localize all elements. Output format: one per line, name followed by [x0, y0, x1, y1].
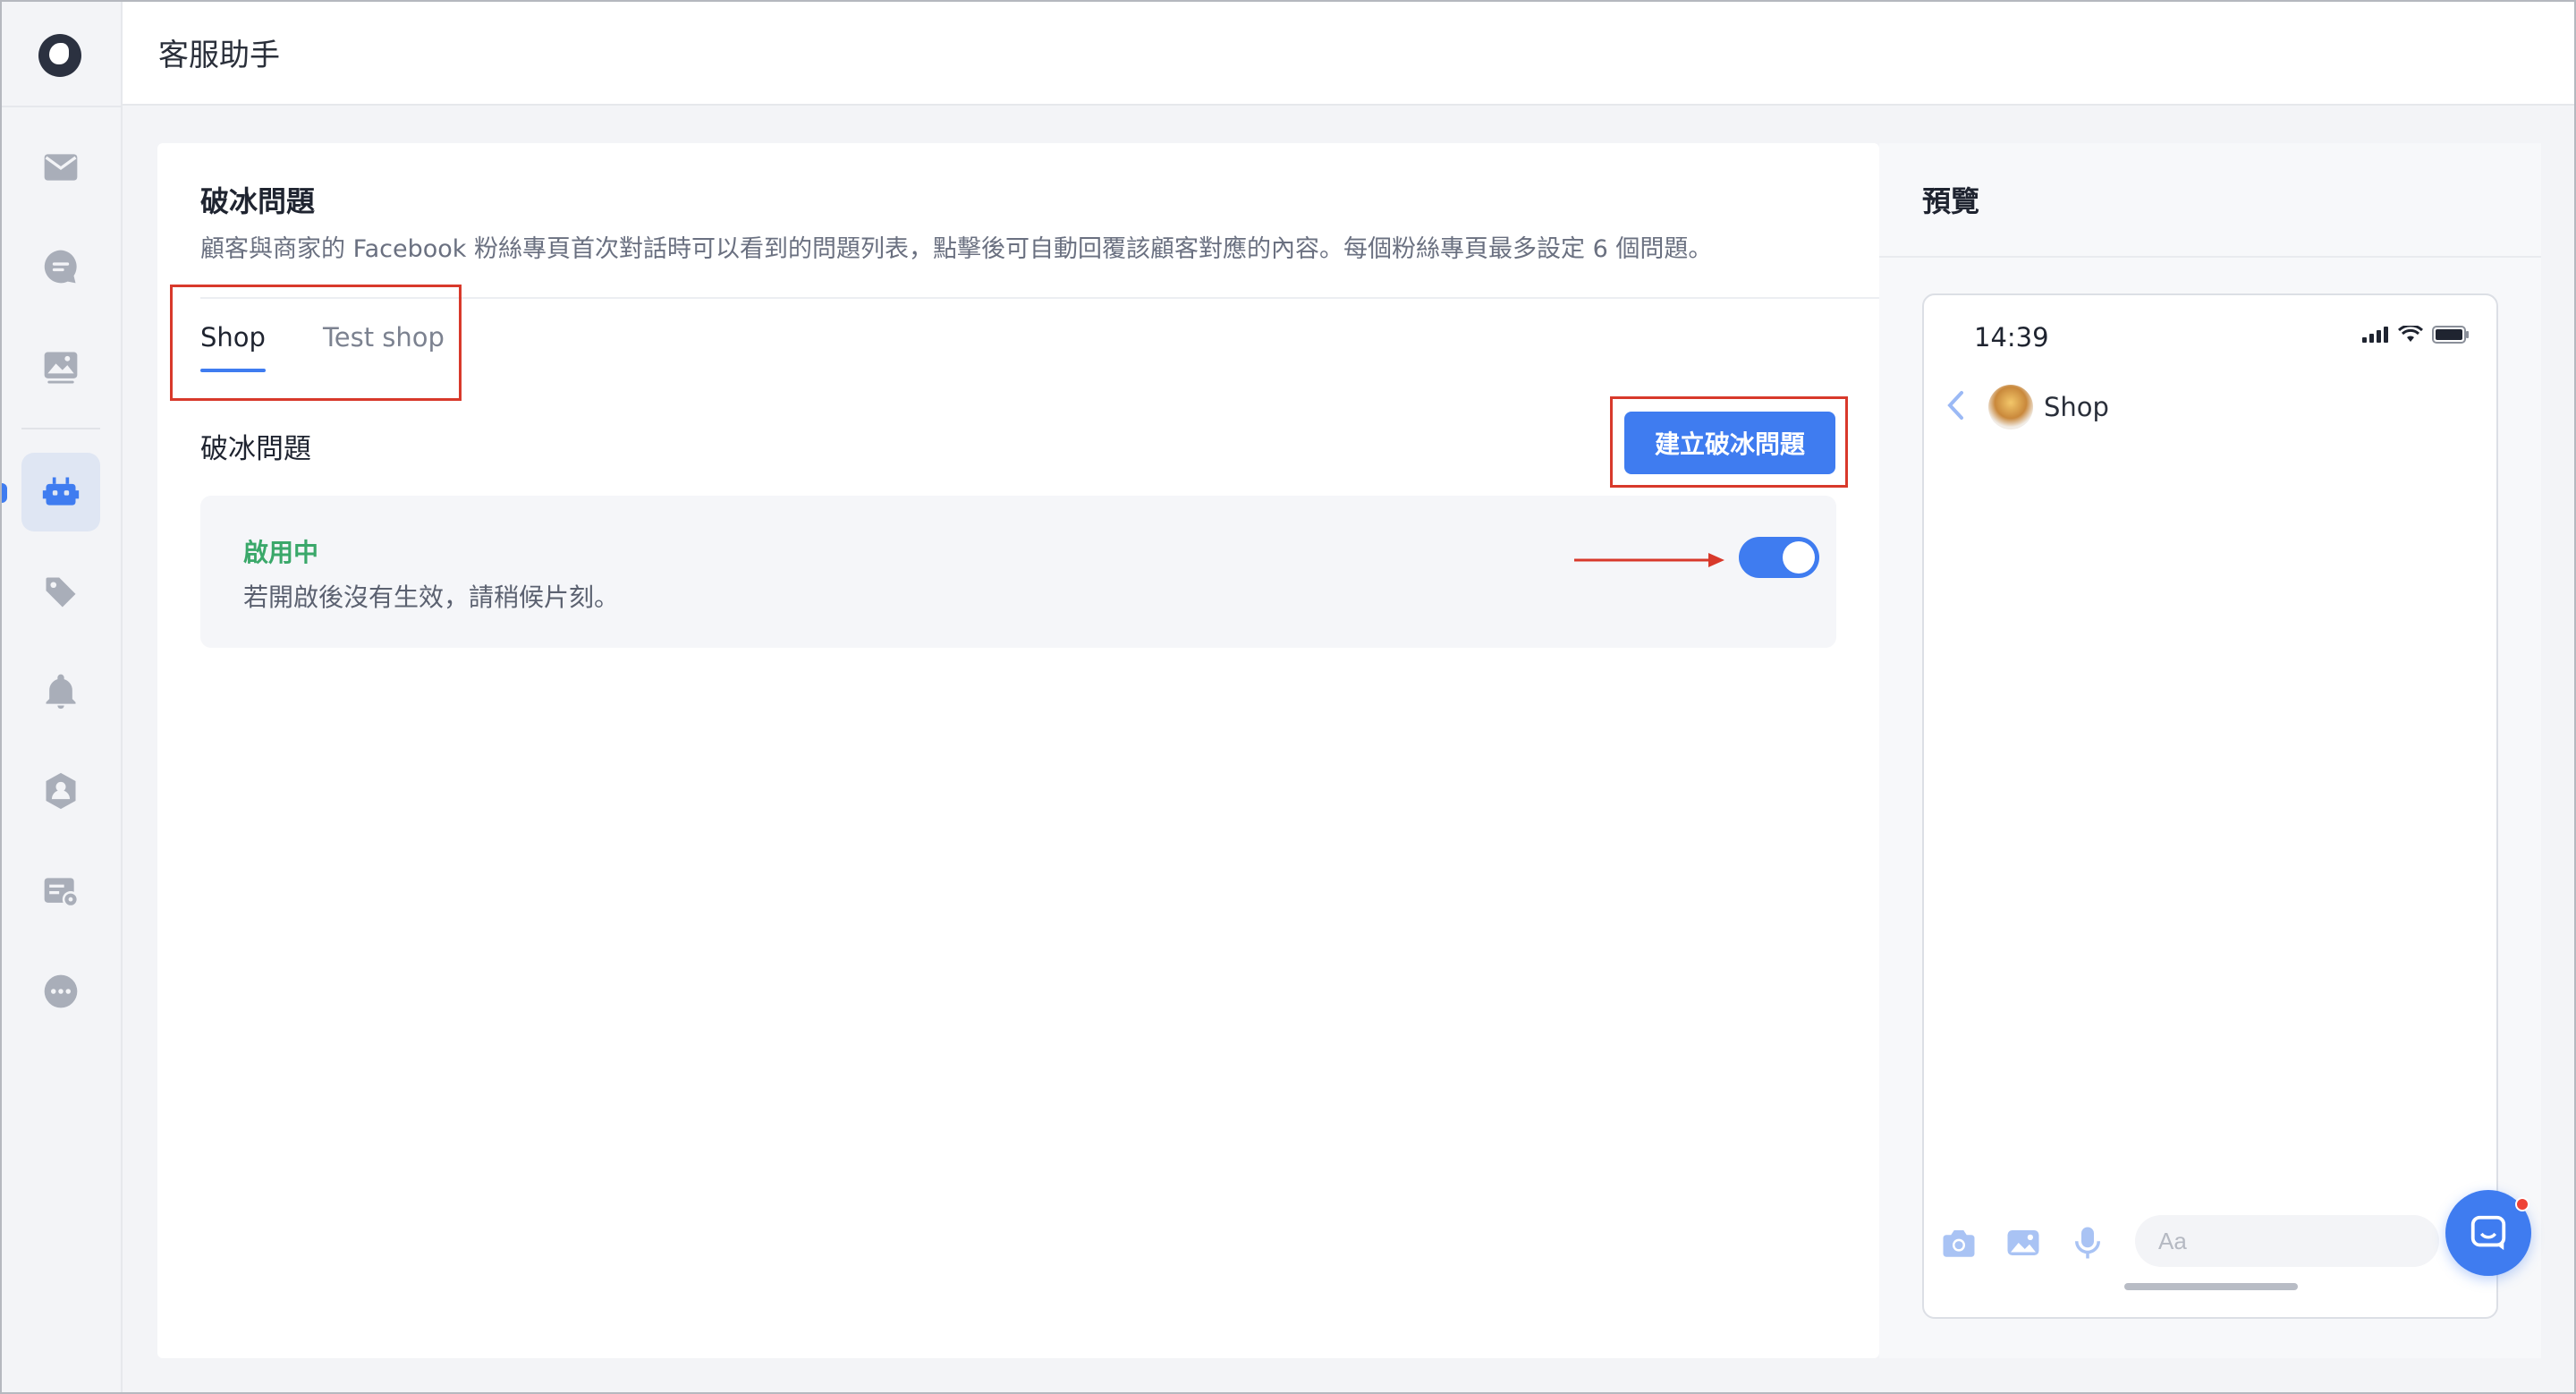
back-chevron-icon[interactable]: [1945, 390, 1965, 421]
card-description: 顧客與商家的 Facebook 粉絲專頁首次對話時可以看到的問題列表，點擊後可自…: [200, 235, 1713, 263]
page-tabs: Shop Test shop: [200, 322, 502, 372]
avatar: [1988, 385, 2033, 429]
bot-icon: [42, 477, 80, 506]
app-logo[interactable]: [38, 34, 81, 77]
divider: [200, 297, 1879, 299]
create-ice-breaker-button[interactable]: 建立破冰問題: [1624, 412, 1835, 474]
section-title: 破冰問題: [200, 433, 311, 465]
status-panel: 啟用中 若開啟後沒有生效，請稍候片刻。: [200, 496, 1836, 648]
notification-badge: [2515, 1197, 2529, 1211]
status-note: 若開啟後沒有生效，請稍候片刻。: [243, 582, 620, 612]
card-title: 破冰問題: [200, 184, 316, 218]
preview-title: 預覽: [1922, 184, 1980, 218]
enable-toggle[interactable]: [1739, 537, 1819, 578]
phone-status-icons: [2362, 326, 2470, 344]
phone-page-name: Shop: [2044, 392, 2109, 422]
wifi-icon: [2398, 326, 2423, 342]
user-shield-icon: [46, 772, 76, 810]
chat-icon: [44, 250, 77, 284]
bell-icon: [46, 674, 76, 710]
gallery-icon[interactable]: [2004, 1224, 2042, 1262]
sidebar: [0, 0, 123, 1394]
mail-icon: [44, 154, 78, 181]
divider: [0, 106, 123, 107]
preview-header: 預覽: [1879, 143, 2541, 258]
signal-icon: [2362, 327, 2388, 343]
microphone-icon[interactable]: [2069, 1224, 2106, 1262]
support-chat-button[interactable]: [2445, 1190, 2531, 1276]
top-bar: 客服助手: [123, 0, 2574, 106]
phone-mockup: 14:39 Shop: [1922, 293, 2498, 1319]
camera-icon[interactable]: [1940, 1224, 1978, 1262]
message-composer: [1940, 1215, 2486, 1269]
chat-bubble-icon: [2470, 1215, 2506, 1251]
tab-shop[interactable]: Shop: [200, 322, 266, 372]
sidebar-item-media[interactable]: [21, 327, 100, 406]
sidebar-item-more[interactable]: [21, 952, 100, 1031]
sidebar-item-inbox[interactable]: [21, 128, 100, 207]
card-settings-icon: [44, 878, 80, 908]
status-label: 啟用中: [243, 538, 319, 567]
sidebar-item-assistant[interactable]: [21, 453, 100, 531]
sidebar-item-settings[interactable]: [21, 852, 100, 931]
phone-time: 14:39: [1974, 322, 2049, 353]
preview-panel: 預覽 14:39 Shop: [1879, 143, 2541, 1358]
divider: [21, 428, 100, 429]
sidebar-item-members[interactable]: [21, 752, 100, 830]
message-input[interactable]: [2135, 1215, 2439, 1267]
sidebar-item-tags[interactable]: [21, 553, 100, 632]
page-title: 客服助手: [158, 37, 280, 73]
sidebar-item-chat[interactable]: [21, 227, 100, 306]
sidebar-item-notifications[interactable]: [21, 651, 100, 730]
battery-icon: [2432, 326, 2469, 344]
image-icon: [44, 352, 78, 384]
ice-breaker-card: 破冰問題 顧客與商家的 Facebook 粉絲專頁首次對話時可以看到的問題列表，…: [157, 143, 1879, 1358]
tag-icon: [46, 577, 76, 608]
tab-test-shop[interactable]: Test shop: [323, 322, 445, 372]
active-indicator: [0, 483, 7, 503]
home-indicator: [2124, 1283, 2298, 1290]
more-icon: [44, 974, 78, 1008]
arrow-annotation-icon: [1574, 553, 1724, 567]
